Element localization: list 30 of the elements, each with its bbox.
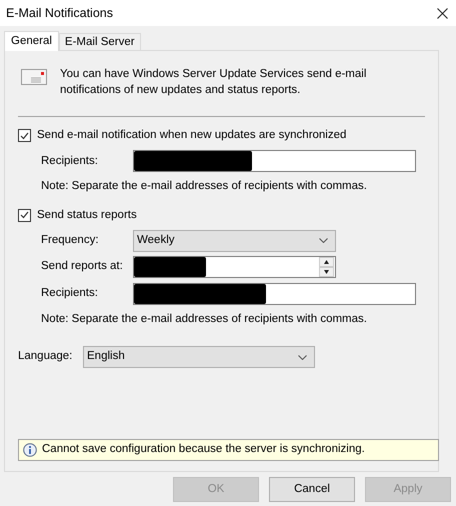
recipients-field[interactable] <box>133 150 416 172</box>
field-label: Language: <box>18 349 74 364</box>
tab[interactable]: General <box>4 31 59 51</box>
info-text: Cannot save configuration because the server is synchronizing. <box>42 442 365 458</box>
info-icon <box>23 443 37 457</box>
checkbox-label: Send e-mail notification when new updates are synchronized <box>37 128 346 143</box>
field-label: Frequency: <box>41 233 100 248</box>
spin-arrows-icon[interactable] <box>319 256 334 277</box>
checkmark-icon <box>20 132 29 140</box>
note-text: Note: Separate the e-mail addresses of recipients with commas. <box>40 179 368 194</box>
close-icon[interactable] <box>437 8 448 18</box>
checkmark-icon <box>20 211 29 220</box>
field-label: Send reports at: <box>41 259 124 274</box>
time-spinner[interactable] <box>133 256 336 278</box>
frequency-dropdown[interactable]: Weekly <box>133 230 336 252</box>
checkbox-label: Send status reports <box>37 208 137 222</box>
checkbox[interactable] <box>18 129 31 142</box>
field-label: Recipients: <box>41 154 99 169</box>
chevron-down-icon <box>319 238 328 244</box>
checkbox[interactable] <box>18 208 31 222</box>
envelope-icon <box>21 69 48 86</box>
dialog-button[interactable]: Cancel <box>269 477 355 502</box>
recipients-field[interactable] <box>133 282 416 305</box>
tab[interactable]: E-Mail Server <box>58 33 141 50</box>
window-title: E-Mail Notifications <box>6 4 113 22</box>
chevron-down-icon <box>298 354 307 360</box>
intro-text: You can have Windows Server Update Services send e-mail notifications of new updates and status reports. <box>60 67 368 98</box>
language-dropdown[interactable]: English <box>83 346 315 368</box>
note-text: Note: Separate the e-mail addresses of recipients with commas. <box>40 312 368 327</box>
field-label: Recipients: <box>41 286 99 302</box>
